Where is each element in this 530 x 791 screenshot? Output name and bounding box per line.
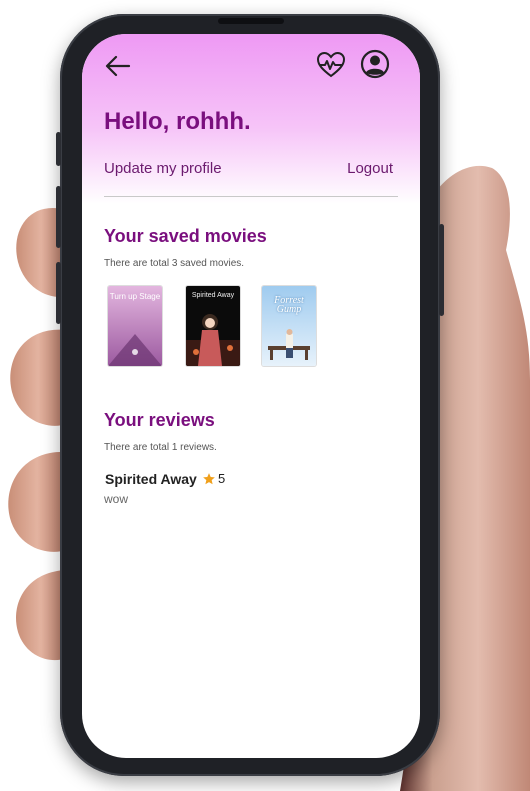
divider [104, 196, 398, 197]
volume-down-button [56, 262, 61, 324]
volume-up-button [56, 186, 61, 248]
saved-movies-count: There are total 3 saved movies. [104, 258, 245, 269]
review-rating: 5 [218, 471, 226, 486]
poster-title: Forrest Gump [274, 295, 304, 315]
poster-title: Turn up Stage [109, 292, 161, 301]
user-circle-icon[interactable] [360, 49, 390, 79]
poster-art [268, 329, 310, 360]
reviews-heading: Your reviews [104, 410, 215, 430]
arrow-left-icon[interactable] [104, 52, 132, 80]
movie-poster[interactable]: Spirited Away [186, 286, 240, 366]
poster-art [108, 334, 162, 366]
poster-art [186, 314, 240, 366]
poster-title: Spirited Away [191, 292, 235, 299]
heart-pulse-icon[interactable] [316, 50, 346, 80]
movie-poster[interactable]: Forrest Gump [262, 286, 316, 366]
speaker-notch [218, 18, 284, 24]
reviews-count: There are total 1 reviews. [104, 442, 217, 453]
movie-poster[interactable]: Turn up Stage [108, 286, 162, 366]
saved-movies-heading: Your saved movies [104, 226, 267, 246]
logout-link[interactable]: Logout [347, 160, 393, 177]
update-profile-link[interactable]: Update my profile [104, 160, 222, 177]
star-icon [203, 473, 215, 485]
side-button [56, 132, 61, 166]
greeting-heading: Hello, rohhh. [104, 108, 251, 135]
review-movie-title: Spirited Away [105, 471, 197, 487]
review-comment: wow [104, 492, 129, 506]
power-button [439, 224, 444, 316]
phone-screen: Hello, rohhh. Update my profile Logout Y… [82, 34, 420, 758]
